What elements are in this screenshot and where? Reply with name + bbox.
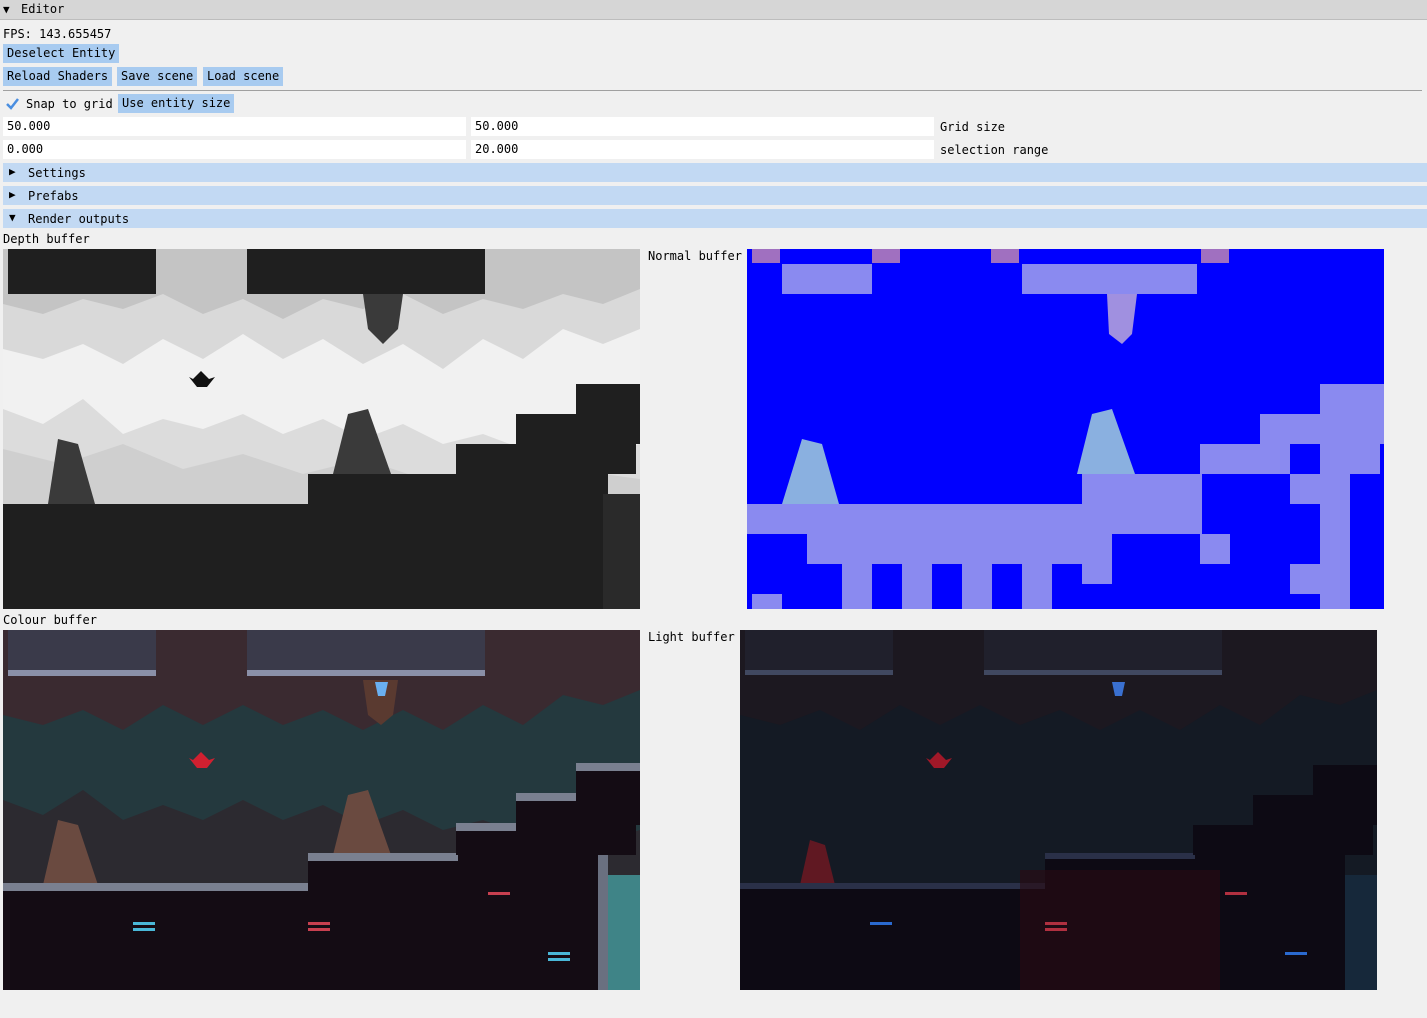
snap-to-grid-label: Snap to grid [26,97,113,111]
triangle-right-icon: ▶ [9,188,16,201]
colour-buffer-label: Colour buffer [3,613,97,627]
triangle-right-icon: ▶ [9,165,16,178]
save-scene-button[interactable]: Save scene [117,67,198,86]
render-outputs-header-label: Render outputs [28,212,130,226]
triangle-down-icon: ▼ [9,211,16,224]
colour-buffer-image [3,630,640,990]
render-outputs-header[interactable]: ▼ Render outputs [3,209,1427,228]
settings-header[interactable]: ▶ Settings [3,163,1427,182]
triangle-down-icon[interactable]: ▼ [3,3,10,16]
settings-header-label: Settings [28,166,86,180]
use-entity-size-button[interactable]: Use entity size [118,94,235,113]
editor-window-titlebar[interactable]: ▼ Editor [0,0,1427,20]
snap-to-grid-checkbox[interactable] [4,96,20,112]
depth-buffer-image [3,249,640,609]
grid-size-label: Grid size [940,120,1006,134]
light-buffer-label: Light buffer [648,630,735,644]
grid-size-y-field[interactable]: 50.000 [471,117,934,136]
prefabs-header-label: Prefabs [28,189,79,203]
separator [3,90,1422,91]
light-buffer-image [740,630,1377,990]
normal-buffer-image [747,249,1384,609]
selection-range-max-field[interactable]: 20.000 [471,140,934,159]
selection-range-label: selection range [940,143,1049,157]
deselect-entity-button[interactable]: Deselect Entity [3,44,120,63]
checkmark-icon [6,98,19,110]
grid-size-x-field[interactable]: 50.000 [3,117,466,136]
fps-readout: FPS: 143.655457 [3,27,112,41]
prefabs-header[interactable]: ▶ Prefabs [3,186,1427,205]
selection-range-min-field[interactable]: 0.000 [3,140,466,159]
normal-buffer-label: Normal buffer [648,249,742,263]
depth-buffer-label: Depth buffer [3,232,90,246]
load-scene-button[interactable]: Load scene [203,67,284,86]
reload-shaders-button[interactable]: Reload Shaders [3,67,113,86]
window-title: Editor [21,2,65,16]
